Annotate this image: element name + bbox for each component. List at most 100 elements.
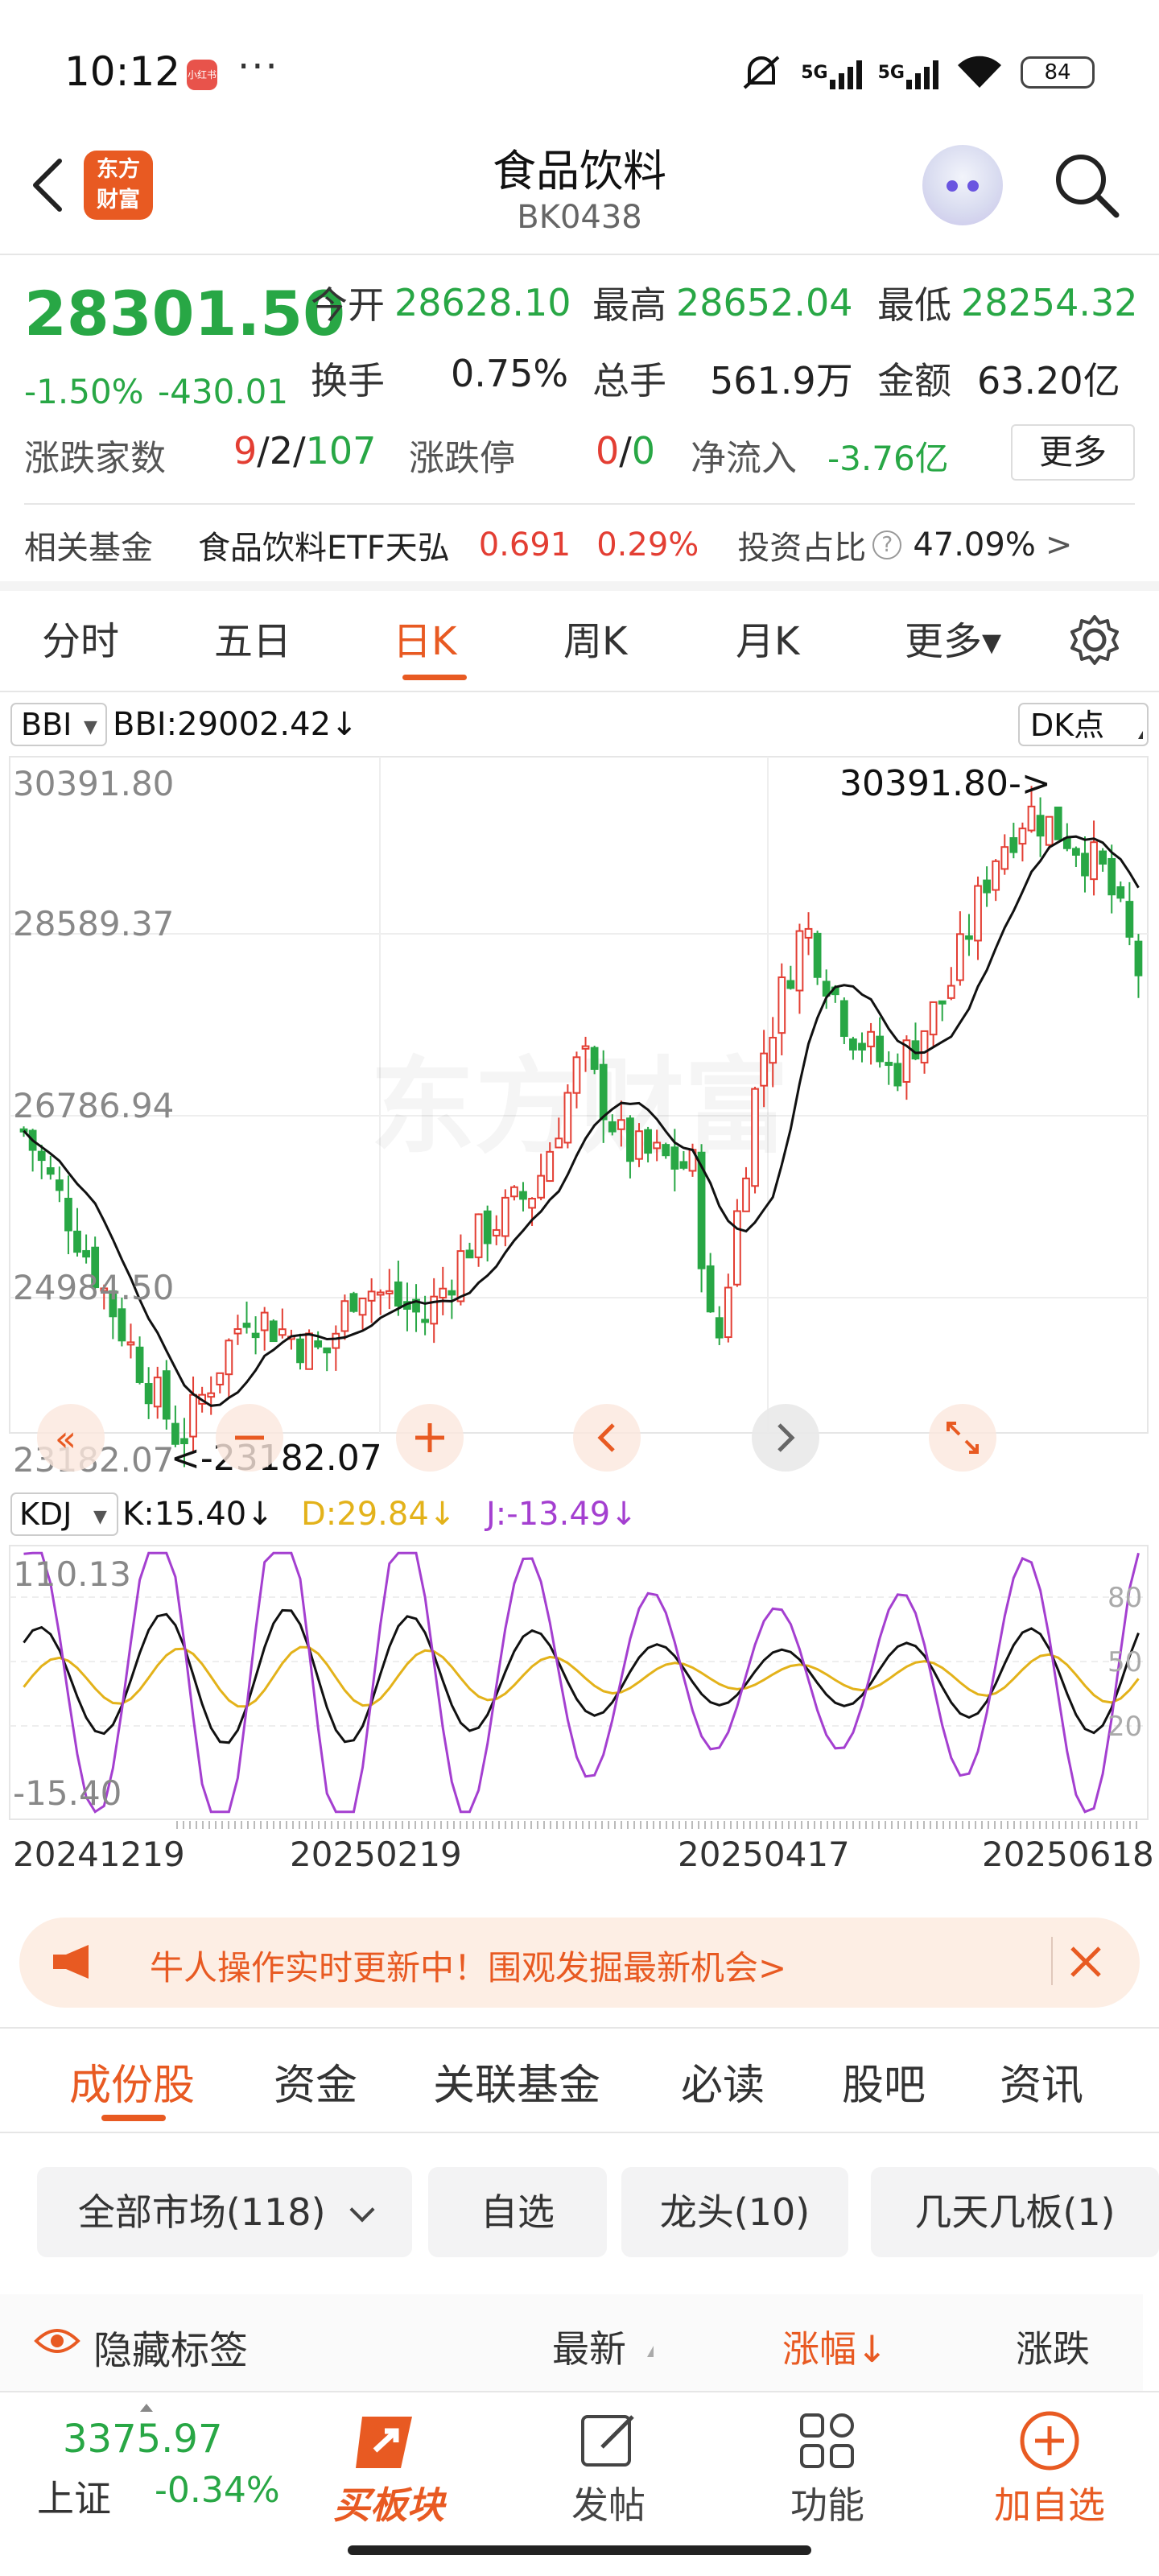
settings-gear-icon[interactable] [1066,612,1123,668]
kdj-level-label: 20 [1107,1711,1142,1743]
post-label[interactable]: 发帖 [536,2476,681,2529]
candle-body [1072,848,1080,856]
tab-weekly-k[interactable]: 周K [563,609,627,666]
divider [0,2027,1159,2029]
tab-forum[interactable]: 股吧 [842,2051,926,2112]
change-percent: -1.50% [24,372,144,411]
tab-components[interactable]: 成份股 [69,2051,195,2112]
open-value: 28628.10 [394,281,571,324]
add-watchlist-icon[interactable] [1017,2409,1082,2473]
tab-capital[interactable]: 资金 [274,2051,357,2112]
open-label: 今开 [311,283,385,327]
candle-body [358,1297,367,1316]
list-header: 隐藏标签 最新 涨幅↓ 涨跌 [0,2294,1143,2391]
fund-name[interactable]: 食品饮料ETF天弘 [198,522,450,568]
candle-body [876,1035,885,1063]
more-button[interactable]: 更多 [1011,424,1135,481]
hide-tags-toggle[interactable]: 隐藏标签 [93,2318,248,2375]
flat-count: 2 [269,429,294,473]
candle-body [421,1319,429,1323]
status-bar: 10:12 小红书 ··· 5G 5G 84 [0,0,1159,129]
eye-icon[interactable] [34,2325,80,2357]
candle-body [519,1191,527,1200]
tab-daily-k[interactable]: 日K [393,609,456,666]
promo-text[interactable]: 牛人操作实时更新中！围观发掘最新机会> [150,1941,786,1990]
candle-body [439,1287,448,1298]
search-icon[interactable] [1050,149,1123,221]
fullscreen-button[interactable] [929,1404,996,1472]
candle-body [983,879,991,894]
sub-axis-top-label: 110.13 [13,1554,131,1594]
separator: / [257,429,270,473]
kline-chart[interactable]: BBI ▼ BBI:29002.42↓ DK点 东方财富 30391.80 28… [0,692,1159,1900]
candle-body [617,1119,625,1130]
candle-body [216,1372,225,1385]
tab-monthly-k[interactable]: 月K [736,609,799,666]
candle-body [1009,836,1018,853]
tab-must-read[interactable]: 必读 [681,2051,765,2112]
candle-body [546,1150,555,1183]
filter-consecutive-limit[interactable]: 几天几板(1) [871,2167,1159,2257]
amount-value: 63.20亿 [977,359,1120,402]
candle-body [189,1393,197,1438]
functions-label[interactable]: 功能 [755,2476,900,2529]
close-icon[interactable] [1067,1943,1104,1980]
candle-body [992,860,1000,891]
tab-related-funds[interactable]: 关联基金 [433,2051,600,2112]
filter-leaders[interactable]: 龙头(10) [621,2167,848,2257]
candle-body [1134,940,1143,976]
limit-up-count: 0 [596,429,620,473]
candle-body [626,1117,634,1162]
x-axis-date-label: 20250618 [982,1835,1154,1874]
edit-post-icon[interactable] [578,2410,639,2471]
x-axis-date-label: 20241219 [13,1835,185,1874]
buy-sector-label[interactable]: 买板块 [320,2476,457,2529]
double-chevron-left-icon[interactable]: « [55,1418,76,1459]
scroll-right-button[interactable] [752,1404,819,1472]
market-filter-label: 全部市场(118) [77,2190,326,2234]
candle-body [572,1056,581,1094]
candle-body [537,1174,546,1199]
candle-body [1116,886,1125,899]
chevron-right-icon[interactable]: > [1046,526,1073,564]
candle-body [528,1198,536,1209]
related-fund-label: 相关基金 [24,530,153,567]
tab-intraday[interactable]: 分时 [42,609,119,666]
scroll-left-button[interactable] [573,1404,641,1472]
sort-change-pct[interactable]: 涨幅↓ [782,2320,888,2373]
buy-sector-icon[interactable] [353,2410,425,2475]
high-stat: 最高 28652.04 [592,276,853,329]
network-type-label: 5G [877,62,905,83]
home-indicator [348,2545,811,2555]
tab-five-day[interactable]: 五日 [214,609,291,666]
j-value: J:-13.49↓ [484,1496,637,1533]
tab-news[interactable]: 资讯 [1000,2051,1083,2112]
dropdown-triangle-icon[interactable]: ▼ [93,1507,107,1527]
expand-up-icon[interactable] [140,2404,153,2412]
filter-watchlist[interactable]: 自选 [428,2167,607,2257]
sort-latest[interactable]: 最新 [552,2320,626,2373]
candle-body [947,985,955,999]
functions-grid-icon[interactable] [797,2410,858,2471]
candle-body [555,1137,563,1149]
tab-more[interactable]: 更多▾ [905,609,1001,666]
dropdown-triangle-icon[interactable]: ▼ [84,717,97,737]
help-icon[interactable]: ? [872,530,902,559]
candle-body [501,1196,509,1237]
sort-change-amount[interactable]: 涨跌 [1016,2320,1090,2373]
d-value: D:29.84↓ [301,1496,456,1533]
candle-body [1090,841,1098,881]
candle-body [144,1383,153,1405]
candle-body [332,1332,340,1349]
candle-body [804,927,813,939]
status-time: 10:12 [64,48,181,95]
market-filter-dropdown[interactable]: 全部市场(118) [37,2167,412,2257]
y-axis-label: 26786.94 [13,1086,174,1125]
assistant-robot-icon[interactable] [922,145,1003,225]
candle-body [893,1063,902,1087]
related-fund-row[interactable]: 相关基金 食品饮料ETF天弘 0.691 0.29% 投资占比 ? 47.09%… [24,522,1072,568]
candle-body [955,933,964,981]
candle-body [1018,828,1027,845]
add-watchlist-label[interactable]: 加自选 [971,2476,1128,2529]
candle-body [376,1291,385,1296]
